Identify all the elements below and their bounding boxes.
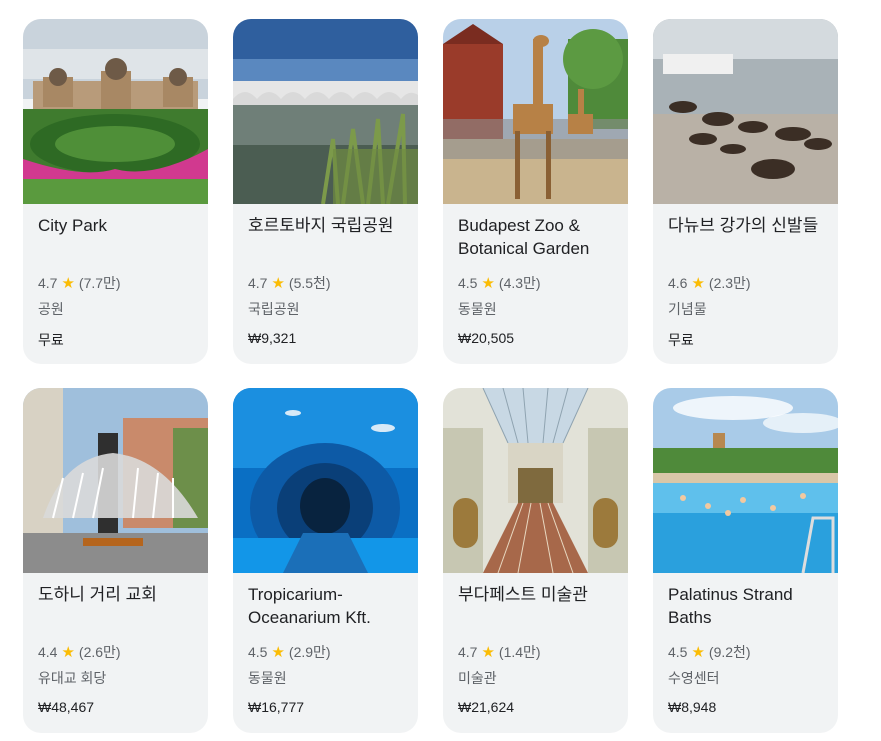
rating-row: 4.5 ★ (9.2천) (668, 642, 751, 662)
attraction-name: 호르토바지 국립공원 (248, 216, 394, 235)
attraction-category: 공원 (38, 301, 64, 317)
memorial-tree-photo (23, 388, 208, 573)
review-count: (7.7만) (78, 275, 121, 291)
attraction-category: 수영센터 (668, 670, 720, 686)
rating-row: 4.5 ★ (2.9만) (248, 642, 331, 662)
rating-row: 4.6 ★ (2.3만) (668, 273, 751, 293)
shoes-riverbank-photo (653, 19, 838, 204)
rating-value: 4.5 (248, 644, 268, 660)
attraction-card[interactable]: 도하니 거리 교회 4.4 ★ (2.6만) 유대교 회당 ₩48,467 (23, 388, 208, 733)
giraffe-photo (443, 19, 628, 204)
review-count: (2.9만) (288, 644, 331, 660)
attraction-card[interactable]: Tropicarium-Oceanarium Kft. 4.5 ★ (2.9만)… (233, 388, 418, 733)
attraction-price: 무료 (668, 332, 694, 348)
attraction-price: ₩8,948 (668, 699, 717, 715)
star-icon: ★ (271, 644, 285, 661)
rating-value: 4.4 (38, 644, 58, 660)
attraction-card[interactable]: 호르토바지 국립공원 4.7 ★ (5.5천) 국립공원 ₩9,321 (233, 19, 418, 364)
rating-row: 4.7 ★ (5.5천) (248, 273, 331, 293)
museum-hall-photo (443, 388, 628, 573)
star-icon: ★ (271, 275, 285, 292)
rating-row: 4.7 ★ (7.7만) (38, 273, 121, 293)
star-icon: ★ (61, 275, 75, 292)
attraction-category: 국립공원 (248, 301, 300, 317)
review-count: (1.4만) (498, 644, 541, 660)
rating-row: 4.5 ★ (4.3만) (458, 273, 541, 293)
attraction-price: ₩21,624 (458, 699, 515, 715)
star-icon: ★ (481, 275, 495, 292)
rating-value: 4.5 (458, 275, 478, 291)
attraction-card[interactable]: Palatinus Strand Baths 4.5 ★ (9.2천) 수영센터… (653, 388, 838, 733)
attraction-price: ₩48,467 (38, 699, 95, 715)
rating-value: 4.5 (668, 644, 688, 660)
attraction-price: 무료 (38, 332, 64, 348)
attraction-name: 도하니 거리 교회 (38, 585, 157, 604)
attraction-price: ₩16,777 (248, 699, 305, 715)
rating-value: 4.7 (248, 275, 268, 291)
attraction-card[interactable]: Budapest Zoo & Botanical Garden 4.5 ★ (4… (443, 19, 628, 364)
pool-photo (653, 388, 838, 573)
review-count: (9.2천) (708, 644, 751, 660)
star-icon: ★ (481, 644, 495, 661)
aquarium-tunnel-photo (233, 388, 418, 573)
review-count: (2.3만) (708, 275, 751, 291)
rating-row: 4.7 ★ (1.4만) (458, 642, 541, 662)
attraction-name: City Park (38, 216, 107, 235)
attraction-category: 유대교 회당 (38, 670, 107, 686)
castle-garden-photo (23, 19, 208, 204)
attraction-name: Budapest Zoo & Botanical Garden (458, 216, 590, 258)
review-count: (5.5천) (288, 275, 331, 291)
attraction-category: 동물원 (248, 670, 287, 686)
attraction-category: 동물원 (458, 301, 497, 317)
rating-value: 4.7 (458, 644, 478, 660)
star-icon: ★ (691, 644, 705, 661)
attraction-name: Palatinus Strand Baths (668, 585, 793, 627)
bridge-lake-photo (233, 19, 418, 204)
attraction-name: 부다페스트 미술관 (458, 585, 588, 604)
attraction-name: 다뉴브 강가의 신발들 (668, 216, 819, 235)
review-count: (4.3만) (498, 275, 541, 291)
attraction-name: Tropicarium-Oceanarium Kft. (248, 585, 371, 627)
attraction-category: 기념물 (668, 301, 707, 317)
rating-row: 4.4 ★ (2.6만) (38, 642, 121, 662)
attraction-category: 미술관 (458, 670, 497, 686)
attraction-card[interactable]: City Park 4.7 ★ (7.7만) 공원 무료 (23, 19, 208, 364)
attractions-grid: City Park 4.7 ★ (7.7만) 공원 무료 호르토바지 국립공원 … (23, 19, 838, 733)
attraction-card[interactable]: 부다페스트 미술관 4.7 ★ (1.4만) 미술관 ₩21,624 (443, 388, 628, 733)
rating-value: 4.6 (668, 275, 688, 291)
attraction-price: ₩20,505 (458, 330, 515, 346)
attraction-card[interactable]: 다뉴브 강가의 신발들 4.6 ★ (2.3만) 기념물 무료 (653, 19, 838, 364)
rating-value: 4.7 (38, 275, 58, 291)
star-icon: ★ (691, 275, 705, 292)
attraction-price: ₩9,321 (248, 330, 297, 346)
star-icon: ★ (61, 644, 75, 661)
review-count: (2.6만) (78, 644, 121, 660)
